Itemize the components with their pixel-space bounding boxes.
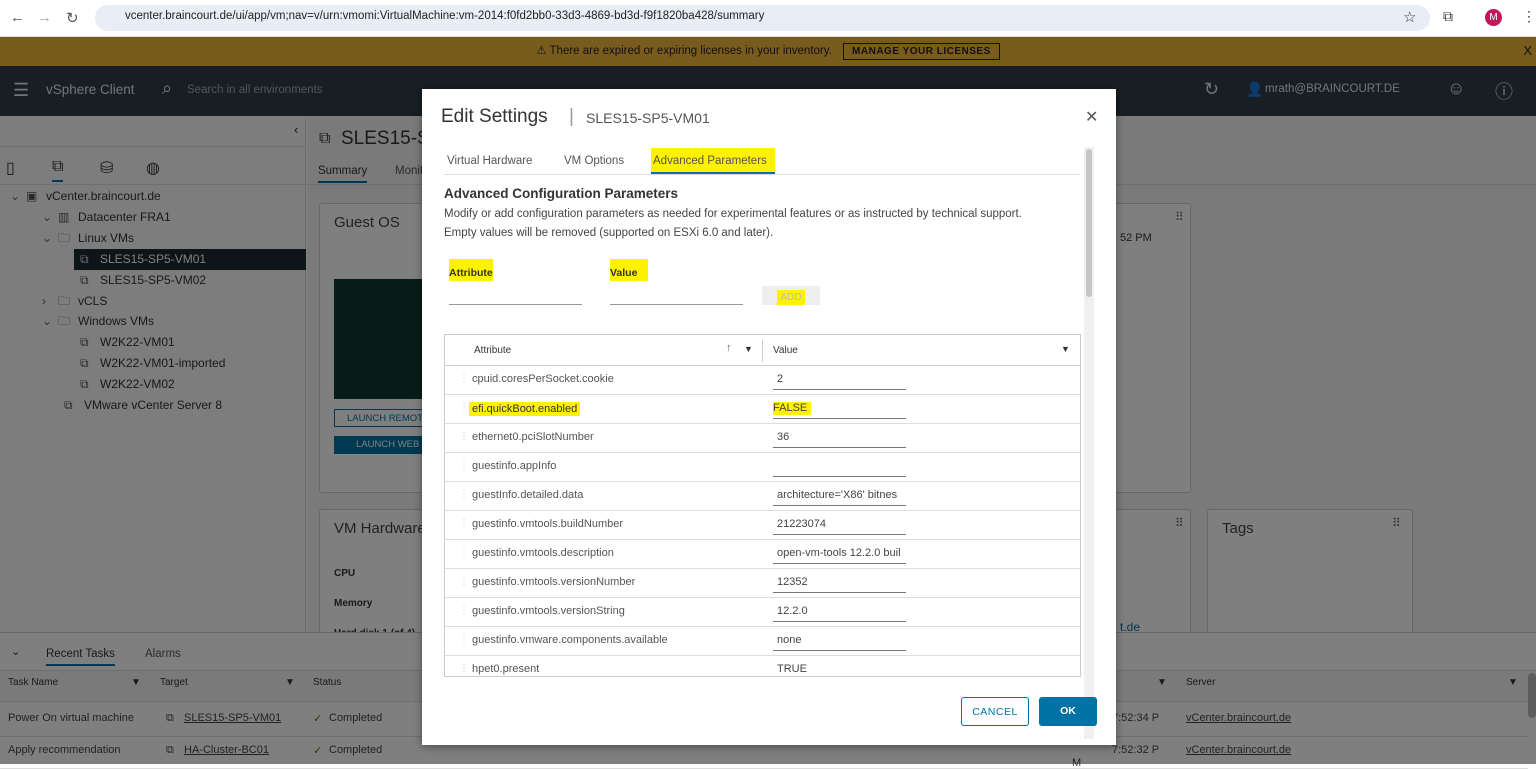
- section-description: Modify or add configuration parameters a…: [444, 208, 1022, 220]
- parameter-attribute: hpet0.present: [472, 663, 540, 675]
- grid-header-value[interactable]: Value: [773, 345, 798, 356]
- extensions-icon[interactable]: ⧉: [1443, 8, 1453, 25]
- section-note: Empty values will be removed (supported …: [444, 227, 774, 239]
- drag-handle-icon[interactable]: ⋮: [459, 402, 469, 413]
- parameter-value-input[interactable]: [773, 460, 906, 477]
- parameter-value-input[interactable]: 2: [773, 373, 906, 390]
- drag-handle-icon[interactable]: ⋮: [459, 634, 469, 645]
- cancel-button[interactable]: CANCEL: [961, 697, 1029, 726]
- forward-icon[interactable]: →: [37, 9, 52, 26]
- reload-icon[interactable]: ↻: [66, 9, 79, 27]
- parameter-row[interactable]: ⋮ cpuid.coresPerSocket.cookie 2: [445, 366, 1080, 395]
- value-input[interactable]: [610, 287, 743, 305]
- parameter-row[interactable]: ⋮ efi.quickBoot.enabled FALSE: [445, 395, 1080, 424]
- parameter-row[interactable]: ⋮ guestinfo.vmtools.versionString 12.2.0: [445, 598, 1080, 627]
- tab-vm-options[interactable]: VM Options: [564, 155, 624, 167]
- grid-header-attribute[interactable]: Attribute: [474, 345, 511, 356]
- parameter-attribute: guestinfo.vmware.components.available: [472, 634, 668, 646]
- parameter-attribute: guestinfo.vmtools.description: [472, 547, 614, 559]
- parameter-value-input[interactable]: architecture='X86' bitnes: [773, 489, 906, 506]
- parameter-attribute: guestInfo.detailed.data: [472, 489, 584, 501]
- parameter-attribute: guestinfo.vmtools.versionString: [472, 605, 625, 617]
- parameter-attribute: efi.quickBoot.enabled: [469, 402, 581, 416]
- parameter-value-input[interactable]: 36: [773, 431, 906, 448]
- filter-icon[interactable]: ▼: [744, 344, 753, 354]
- parameter-row[interactable]: ⋮ guestinfo.vmware.components.available …: [445, 627, 1080, 656]
- profile-avatar[interactable]: M: [1485, 9, 1502, 26]
- drag-handle-icon[interactable]: ⋮: [459, 373, 469, 384]
- drag-handle-icon[interactable]: ⋮: [459, 518, 469, 529]
- attribute-input[interactable]: [449, 287, 582, 305]
- address-bar[interactable]: vcenter.braincourt.de/ui/app/vm;nav=v/ur…: [95, 5, 1430, 31]
- parameter-attribute: guestinfo.vmtools.versionNumber: [472, 576, 636, 588]
- parameter-row[interactable]: ⋮ ethernet0.pciSlotNumber 36: [445, 424, 1080, 453]
- parameter-attribute: ethernet0.pciSlotNumber: [472, 431, 594, 443]
- dialog-scrollbar[interactable]: [1084, 147, 1094, 739]
- parameters-grid: Attribute ↑ ▼ Value ▼ ⋮ cpuid.coresPerSo…: [444, 334, 1081, 677]
- parameter-row[interactable]: ⋮ hpet0.present TRUE: [445, 656, 1080, 676]
- section-title: Advanced Configuration Parameters: [444, 186, 679, 201]
- tab-virtual-hardware[interactable]: Virtual Hardware: [447, 155, 532, 167]
- drag-handle-icon[interactable]: ⋮: [459, 605, 469, 616]
- browser-menu-icon[interactable]: ⋮: [1522, 8, 1536, 25]
- parameter-value-input[interactable]: 12352: [773, 576, 906, 593]
- drag-handle-icon[interactable]: ⋮: [459, 576, 469, 587]
- bookmark-star-icon[interactable]: ☆: [1403, 8, 1416, 26]
- filter-icon[interactable]: ▼: [1061, 344, 1070, 354]
- parameter-attribute: guestinfo.vmtools.buildNumber: [472, 518, 624, 530]
- parameter-attribute: guestinfo.appInfo: [472, 460, 557, 472]
- dialog-title: Edit Settings: [441, 106, 548, 127]
- parameter-value-input[interactable]: 12.2.0: [773, 605, 906, 622]
- tab-advanced-parameters[interactable]: Advanced Parameters: [651, 148, 775, 174]
- parameter-value-input[interactable]: open-vm-tools 12.2.0 buil: [773, 547, 906, 564]
- drag-handle-icon[interactable]: ⋮: [459, 547, 469, 558]
- attribute-label: Attribute: [449, 259, 493, 281]
- parameter-value-input[interactable]: TRUE: [773, 663, 906, 676]
- parameter-row[interactable]: ⋮ guestinfo.vmtools.description open-vm-…: [445, 540, 1080, 569]
- ok-button[interactable]: OK: [1039, 697, 1097, 726]
- back-icon[interactable]: ←: [10, 9, 25, 26]
- parameter-row[interactable]: ⋮ guestInfo.detailed.data architecture='…: [445, 482, 1080, 511]
- parameter-attribute: cpuid.coresPerSocket.cookie: [472, 373, 614, 385]
- drag-handle-icon[interactable]: ⋮: [459, 489, 469, 500]
- edit-settings-dialog: Edit Settings | SLES15-SP5-VM01 ✕ Virtua…: [422, 89, 1116, 745]
- parameter-row[interactable]: ⋮ guestinfo.vmtools.versionNumber 12352: [445, 569, 1080, 598]
- parameter-value-input[interactable]: 21223074: [773, 518, 906, 535]
- parameter-row[interactable]: ⋮ guestinfo.appInfo: [445, 453, 1080, 482]
- value-label: Value: [610, 259, 649, 281]
- parameter-value-input[interactable]: FALSE: [773, 402, 906, 419]
- parameter-row[interactable]: ⋮ guestinfo.vmtools.buildNumber 21223074: [445, 511, 1080, 540]
- dialog-subtitle: SLES15-SP5-VM01: [586, 110, 710, 126]
- parameter-value-input[interactable]: none: [773, 634, 906, 651]
- sort-ascending-icon[interactable]: ↑: [726, 342, 732, 354]
- drag-handle-icon[interactable]: ⋮: [459, 460, 469, 471]
- drag-handle-icon[interactable]: ⋮: [459, 431, 469, 442]
- drag-handle-icon[interactable]: ⋮: [459, 663, 469, 674]
- add-button[interactable]: ADD: [762, 286, 820, 305]
- close-icon[interactable]: ✕: [1085, 107, 1098, 127]
- browser-toolbar: ← → ↻ vcenter.braincourt.de/ui/app/vm;na…: [0, 0, 1536, 37]
